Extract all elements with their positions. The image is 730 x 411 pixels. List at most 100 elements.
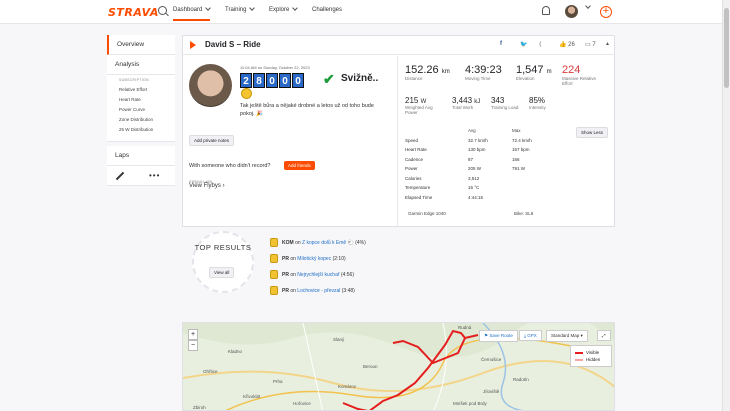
- upload-plus-icon[interactable]: +: [600, 6, 612, 18]
- table-row: Elapsed Time 4:44:16: [405, 193, 556, 203]
- download-icon: ⤓: [524, 333, 526, 338]
- stat-training-load: 343 Training Load: [491, 96, 518, 110]
- smile-emoji-icon: [241, 88, 252, 99]
- table-row: Cadence 87 166: [405, 155, 556, 165]
- sidebar-item-relative-effort[interactable]: Relative Effort: [119, 87, 165, 92]
- top-results-ring: [192, 231, 254, 293]
- view-flybys-link[interactable]: View Flybys ›: [189, 183, 225, 189]
- twitter-icon[interactable]: 🐦: [520, 41, 527, 48]
- digit-tile: 2: [240, 73, 252, 88]
- zoom-in-button[interactable]: +: [188, 329, 198, 340]
- map-place-label: Prha: [273, 379, 283, 384]
- search-icon[interactable]: [158, 6, 167, 15]
- intensity-label: Intensity: [529, 105, 546, 110]
- save-route-button[interactable]: ⚑ Save Route: [479, 330, 518, 342]
- result-rank: (4:56): [340, 271, 354, 278]
- comment-count: 7: [592, 42, 596, 48]
- fullscreen-icon[interactable]: ⤢: [597, 330, 611, 341]
- sidebar-item-power-curve[interactable]: Power Curve: [119, 107, 165, 112]
- comments-button[interactable]: ▭ 7: [585, 41, 596, 48]
- device-name: Garmin Edge 1040: [408, 211, 446, 216]
- table-cell: 87: [468, 156, 474, 162]
- result-prefix: on: [290, 287, 296, 294]
- stat-total-work: 3,443 kJ Total Work: [452, 96, 480, 110]
- chevron-down-icon: [205, 5, 212, 11]
- scrollbar-thumb[interactable]: [724, 8, 729, 88]
- stat-distance: 152.26 km Distance: [405, 64, 450, 81]
- result-item: PR on Milotický kopec (2:10): [270, 254, 346, 263]
- stat-moving-time: 4:39:23 Moving Time: [465, 64, 502, 81]
- activity-title: David S – Ride: [205, 40, 261, 49]
- total-work-unit: kJ: [474, 99, 481, 105]
- nav-training[interactable]: Training: [225, 5, 256, 13]
- segment-link[interactable]: Z kopce dolů k Emě 🐑: [302, 240, 354, 246]
- avatar-menu[interactable]: [582, 3, 591, 11]
- comment-icon: ▭: [585, 42, 591, 48]
- strava-logo[interactable]: STRAVA: [108, 6, 159, 19]
- map-type-select[interactable]: Standard Map ▾: [546, 330, 588, 342]
- training-load-label: Training Load: [491, 105, 519, 110]
- nav-challenges[interactable]: Challenges: [312, 7, 342, 13]
- map-place-label: Hořovice: [293, 401, 311, 406]
- training-load-value: 343: [491, 96, 505, 105]
- nav-explore[interactable]: Explore: [269, 5, 299, 13]
- add-friends-button[interactable]: Add friends: [284, 161, 315, 170]
- zoom-out-button[interactable]: −: [188, 340, 198, 351]
- table-cell: 791 W: [512, 166, 526, 172]
- relative-effort-value: 224: [562, 64, 581, 76]
- segment-link[interactable]: Nejrychlejší kuchař: [297, 272, 339, 278]
- sidebar-item-laps[interactable]: Laps: [107, 146, 175, 166]
- share-icon[interactable]: ⟨: [539, 41, 541, 48]
- result-rank: (3:48): [341, 287, 355, 294]
- add-private-notes-button[interactable]: Add private notes: [189, 135, 235, 146]
- sidebar-item-25w-distribution[interactable]: 25 W Distribution: [119, 127, 165, 132]
- table-cell: Calories: [405, 175, 422, 181]
- top-results-badge: TOP RESULTS View all: [190, 229, 270, 299]
- segment-link[interactable]: Milotický kopec: [297, 256, 331, 262]
- result-prefix: on: [290, 271, 296, 278]
- gpx-button[interactable]: ⤓ GPX: [519, 330, 542, 341]
- elevation-unit: m: [546, 69, 552, 75]
- bell-icon[interactable]: [542, 6, 550, 15]
- table-cell: 3,512: [468, 175, 480, 181]
- result-type: KOM: [282, 239, 294, 246]
- map-place-label: Černošice: [481, 356, 502, 362]
- top-results-title: TOP RESULTS: [194, 243, 252, 252]
- show-less-button[interactable]: Show Less: [576, 127, 609, 138]
- table-cell: Elapsed Time: [405, 194, 433, 200]
- gpx-label: GPX: [527, 333, 537, 338]
- sidebar-item-heart-rate[interactable]: Heart Rate: [119, 97, 165, 102]
- view-all-button[interactable]: View all: [209, 267, 235, 278]
- more-options-icon[interactable]: •••: [149, 171, 160, 180]
- activity-name-digits: 28000: [240, 71, 305, 89]
- scrollbar[interactable]: [722, 0, 730, 411]
- relative-effort-label: Massive Relative Effort: [562, 76, 597, 86]
- map-place-label: Slaný: [333, 337, 345, 342]
- table-header: [405, 126, 468, 136]
- bike-name[interactable]: Bike: SL8: [514, 211, 533, 216]
- check-mark-icon: ✔: [323, 71, 335, 87]
- stat-relative-effort[interactable]: 224 Massive Relative Effort: [562, 64, 607, 86]
- map-place-label: Radotín: [513, 377, 529, 382]
- activity-name-suffix: Svižně..: [341, 73, 379, 84]
- sidebar-item-overview[interactable]: Overview: [107, 35, 175, 55]
- sidebar-item-zone-distribution[interactable]: Zone Distribution: [119, 117, 165, 122]
- table-header: Avg: [468, 128, 476, 134]
- nav-dashboard[interactable]: Dashboard: [173, 5, 212, 21]
- result-rank: (2:10): [332, 255, 346, 262]
- facebook-icon[interactable]: f: [500, 41, 502, 47]
- thumb-icon: 👍: [559, 42, 567, 48]
- legend-visible-label: Visible: [586, 350, 600, 355]
- table-cell: 32.7 km/h: [468, 137, 488, 143]
- athlete-avatar[interactable]: [189, 64, 232, 107]
- sidebar-item-analysis[interactable]: Analysis: [107, 55, 175, 75]
- edit-pencil-icon[interactable]: [115, 171, 125, 181]
- activity-stats: 152.26 km Distance 4:39:23 Moving Time 1,5…: [405, 56, 610, 227]
- distance-unit: km: [441, 69, 450, 75]
- collapse-icon[interactable]: ▲: [605, 41, 610, 47]
- kudos-button[interactable]: 👍 26: [559, 41, 575, 48]
- result-type: PR: [282, 255, 289, 262]
- segment-link[interactable]: Lochovice - převzal: [297, 288, 340, 294]
- user-avatar[interactable]: [565, 5, 578, 18]
- subscription-caption: SUBSCRIPTION: [119, 78, 149, 82]
